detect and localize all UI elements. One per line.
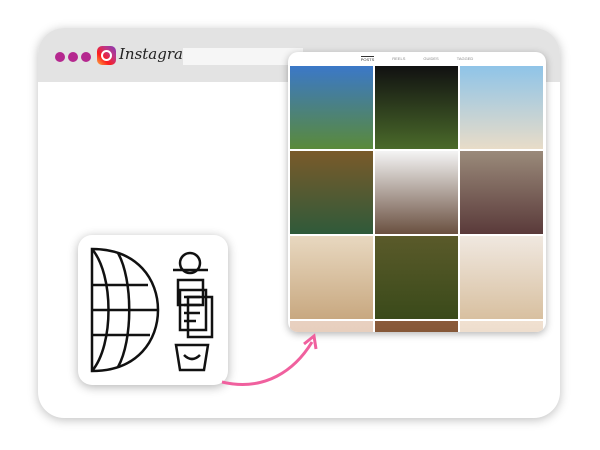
address-bar[interactable] [183, 48, 303, 65]
window-dot[interactable] [81, 52, 91, 62]
post-thumbnail[interactable] [290, 151, 373, 234]
post-thumbnail[interactable] [375, 321, 458, 332]
post-thumbnail[interactable] [290, 66, 373, 149]
instagram-logo-icon [97, 46, 116, 65]
globe-document-icon [90, 247, 214, 373]
window-dot[interactable] [55, 52, 65, 62]
instagram-profile-panel: POSTS REELS GUIDES TAGGED [288, 52, 546, 332]
tab-tagged[interactable]: TAGGED [457, 56, 474, 62]
post-thumbnail[interactable] [290, 236, 373, 319]
tab-reels[interactable]: REELS [392, 56, 405, 62]
app-icon-card [78, 235, 228, 385]
post-thumbnail[interactable] [460, 151, 543, 234]
tab-guides[interactable]: GUIDES [423, 56, 438, 62]
post-thumbnail[interactable] [290, 321, 373, 332]
post-thumbnail[interactable] [375, 66, 458, 149]
tab-posts[interactable]: POSTS [360, 56, 375, 62]
window-dot[interactable] [68, 52, 78, 62]
post-thumbnail[interactable] [460, 66, 543, 149]
post-thumbnail[interactable] [375, 236, 458, 319]
post-thumbnail[interactable] [460, 236, 543, 319]
post-thumbnail[interactable] [460, 321, 543, 332]
post-thumbnail[interactable] [375, 151, 458, 234]
